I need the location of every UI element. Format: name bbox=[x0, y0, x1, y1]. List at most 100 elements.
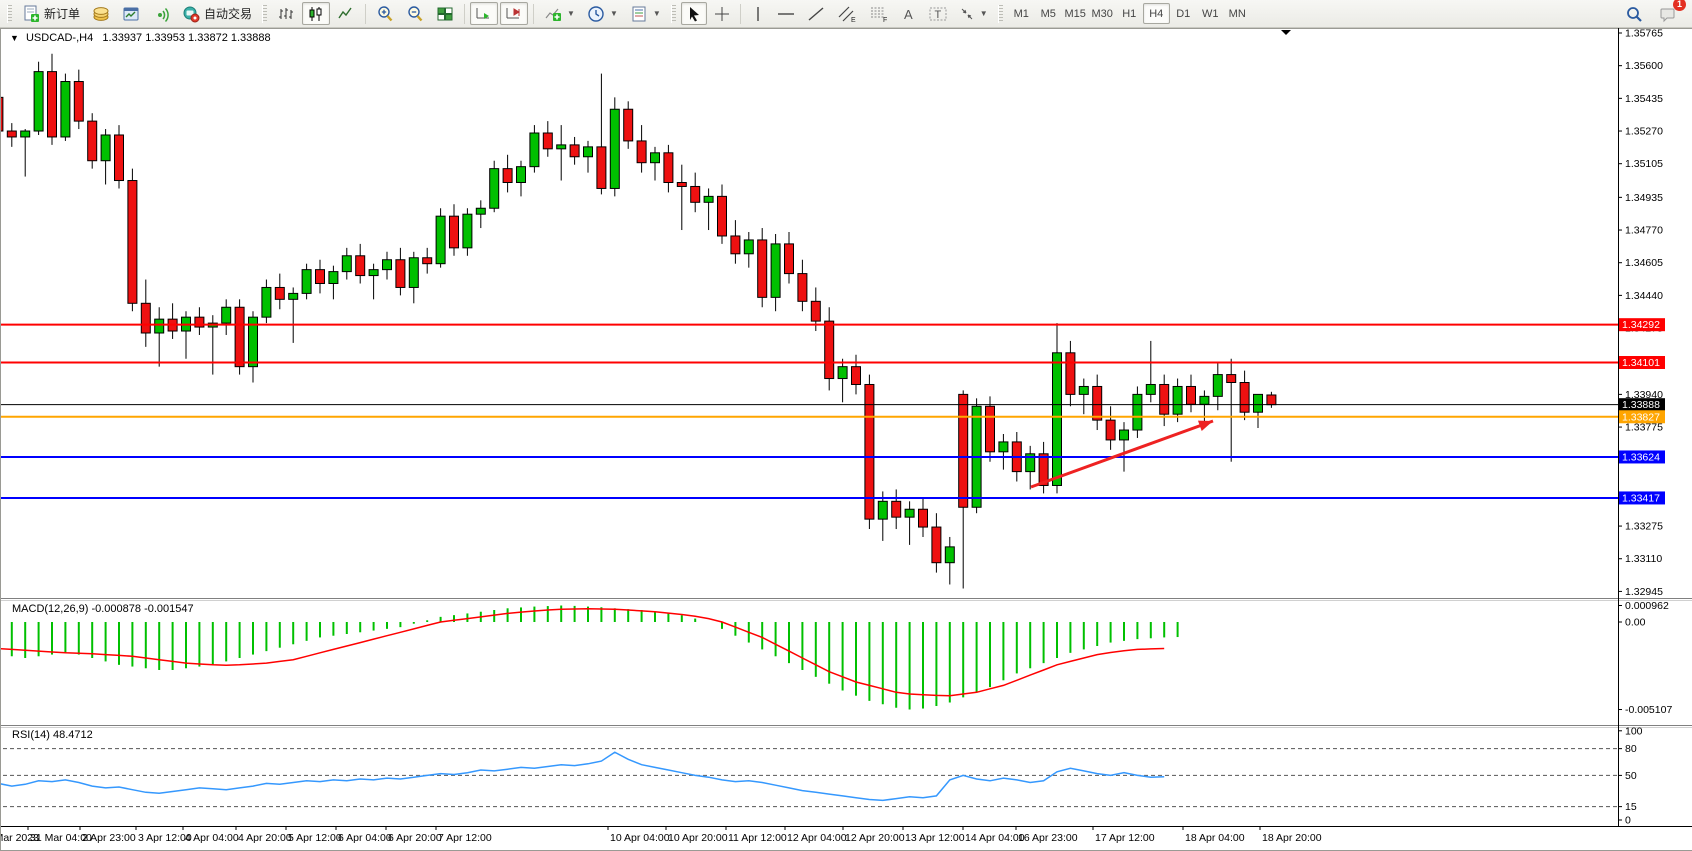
zoom-out-button[interactable] bbox=[401, 2, 429, 25]
timeframe-h4-button[interactable]: H4 bbox=[1143, 3, 1170, 24]
text-icon: A bbox=[901, 6, 917, 22]
svg-text:1.34440: 1.34440 bbox=[1625, 290, 1663, 302]
chart-menu-caret-icon[interactable]: ▼ bbox=[10, 33, 19, 43]
vertical-line-button[interactable] bbox=[746, 2, 770, 25]
cursor-button[interactable] bbox=[681, 2, 707, 25]
new-order-icon bbox=[22, 5, 40, 23]
svg-text:-0.005107: -0.005107 bbox=[1625, 704, 1672, 716]
price-badge-1.33417: 1.33417 bbox=[1619, 491, 1665, 504]
svg-text:1.35270: 1.35270 bbox=[1625, 126, 1663, 138]
chart-window[interactable]: 1.357651.356001.354351.352701.351051.349… bbox=[0, 28, 1692, 851]
timeframe-m30-button[interactable]: M30 bbox=[1089, 3, 1116, 24]
candlestick-chart-icon bbox=[307, 5, 325, 23]
svg-text:1.33775: 1.33775 bbox=[1625, 422, 1663, 434]
svg-text:T: T bbox=[934, 9, 941, 21]
timeframe-h1-button[interactable]: H1 bbox=[1116, 3, 1143, 24]
auto-trading-label: 自动交易 bbox=[204, 5, 252, 22]
toolbar-grip[interactable] bbox=[671, 5, 676, 23]
zoom-in-button[interactable] bbox=[371, 2, 399, 25]
mt4-window: 新订单 bbox=[0, 0, 1692, 851]
timeframe-m5-button[interactable]: M5 bbox=[1035, 3, 1062, 24]
timeframe-group: M1M5M15M30H1H4D1W1MN bbox=[1008, 3, 1251, 24]
fibonacci-icon: F bbox=[869, 5, 889, 23]
trendline-button[interactable] bbox=[802, 2, 830, 25]
svg-text:1.34292: 1.34292 bbox=[1622, 319, 1660, 331]
svg-text:7 Apr 12:00: 7 Apr 12:00 bbox=[438, 832, 492, 844]
timeframe-d1-button[interactable]: D1 bbox=[1170, 3, 1197, 24]
new-order-button[interactable]: 新订单 bbox=[17, 2, 85, 25]
arrows-button[interactable]: ▼ bbox=[954, 2, 993, 25]
price-badge-1.33624: 1.33624 bbox=[1619, 450, 1665, 463]
svg-text:0.000962: 0.000962 bbox=[1625, 600, 1669, 612]
charts-button[interactable] bbox=[117, 2, 145, 25]
svg-text:1.35105: 1.35105 bbox=[1625, 158, 1663, 170]
svg-text:18 Apr 20:00: 18 Apr 20:00 bbox=[1262, 832, 1322, 844]
chart-shift-button[interactable] bbox=[500, 2, 528, 25]
svg-text:0: 0 bbox=[1625, 815, 1631, 827]
trendline-icon bbox=[807, 6, 825, 22]
svg-text:50: 50 bbox=[1625, 770, 1637, 782]
tile-windows-button[interactable] bbox=[431, 2, 459, 25]
svg-text:14 Apr 04:00: 14 Apr 04:00 bbox=[965, 832, 1025, 844]
bar-chart-button[interactable] bbox=[272, 2, 300, 25]
chart-title: ▼ USDCAD-,H4 1.33937 1.33953 1.33872 1.3… bbox=[10, 32, 271, 44]
macd-indicator-label: MACD(12,26,9) -0.000878 -0.001547 bbox=[12, 603, 194, 615]
svg-text:12 Apr 04:00: 12 Apr 04:00 bbox=[787, 832, 847, 844]
notifications-button[interactable]: 1 bbox=[1654, 2, 1682, 25]
svg-text:1.34935: 1.34935 bbox=[1625, 192, 1663, 204]
svg-text:2 Apr 23:00: 2 Apr 23:00 bbox=[82, 832, 136, 844]
svg-text:1.33827: 1.33827 bbox=[1622, 411, 1660, 423]
fibonacci-button[interactable]: F bbox=[864, 2, 894, 25]
text-label-button[interactable]: T bbox=[924, 2, 952, 25]
horizontal-line-button[interactable] bbox=[772, 2, 800, 25]
bar-chart-icon bbox=[277, 5, 295, 23]
timeframe-m1-button[interactable]: M1 bbox=[1008, 3, 1035, 24]
coins-button[interactable] bbox=[87, 2, 115, 25]
svg-text:6 Apr 04:00: 6 Apr 04:00 bbox=[338, 832, 392, 844]
new-order-label: 新订单 bbox=[44, 5, 80, 22]
svg-text:A: A bbox=[904, 7, 913, 22]
signals-button[interactable] bbox=[147, 2, 175, 25]
indicators-icon bbox=[544, 5, 562, 23]
crosshair-button[interactable] bbox=[709, 2, 735, 25]
svg-text:17 Apr 12:00: 17 Apr 12:00 bbox=[1095, 832, 1155, 844]
horizontal-line-icon bbox=[777, 6, 795, 22]
toolbar-grip[interactable] bbox=[262, 5, 267, 23]
auto-scroll-button[interactable] bbox=[470, 2, 498, 25]
timeframe-mn-button[interactable]: MN bbox=[1224, 3, 1251, 24]
svg-text:13 Apr 12:00: 13 Apr 12:00 bbox=[905, 832, 965, 844]
svg-text:11 Apr 12:00: 11 Apr 12:00 bbox=[728, 832, 787, 844]
text-button[interactable]: A bbox=[896, 2, 922, 25]
zoom-in-icon bbox=[376, 5, 394, 23]
chart-canvas[interactable]: 1.357651.356001.354351.352701.351051.349… bbox=[1, 28, 1692, 851]
timeframe-w1-button[interactable]: W1 bbox=[1197, 3, 1224, 24]
svg-text:3 Apr 12:00: 3 Apr 12:00 bbox=[138, 832, 192, 844]
periods-button[interactable]: ▼ bbox=[582, 2, 623, 25]
chevron-down-icon: ▼ bbox=[980, 9, 988, 18]
timeframe-m15-button[interactable]: M15 bbox=[1062, 3, 1089, 24]
templates-button[interactable]: ▼ bbox=[625, 2, 666, 25]
charts-icon bbox=[122, 5, 140, 23]
svg-text:1.33110: 1.33110 bbox=[1625, 553, 1662, 565]
chart-ohlc-values: 1.33937 1.33953 1.33872 1.33888 bbox=[102, 32, 270, 44]
cursor-icon bbox=[686, 6, 702, 22]
equidistant-channel-button[interactable]: E bbox=[832, 2, 862, 25]
clock-icon bbox=[587, 5, 605, 23]
toolbar-grip[interactable] bbox=[998, 5, 1003, 23]
svg-text:100: 100 bbox=[1625, 725, 1643, 737]
indicators-button[interactable]: ▼ bbox=[539, 2, 580, 25]
toolbar-grip[interactable] bbox=[7, 5, 12, 23]
notification-badge: 1 bbox=[1673, 0, 1686, 11]
svg-text:1.33888: 1.33888 bbox=[1622, 399, 1660, 411]
svg-text:1.34101: 1.34101 bbox=[1622, 357, 1660, 369]
search-button[interactable] bbox=[1620, 2, 1648, 25]
svg-text:1.34605: 1.34605 bbox=[1625, 257, 1663, 269]
svg-text:16 Apr 23:00: 16 Apr 23:00 bbox=[1018, 832, 1078, 844]
candlestick-chart-button[interactable] bbox=[302, 2, 330, 25]
vertical-line-icon bbox=[751, 6, 765, 22]
auto-trading-button[interactable]: 自动交易 bbox=[177, 2, 257, 25]
line-chart-button[interactable] bbox=[332, 2, 360, 25]
chevron-down-icon: ▼ bbox=[653, 9, 661, 18]
arrows-icon bbox=[959, 6, 975, 22]
search-icon bbox=[1625, 5, 1643, 23]
